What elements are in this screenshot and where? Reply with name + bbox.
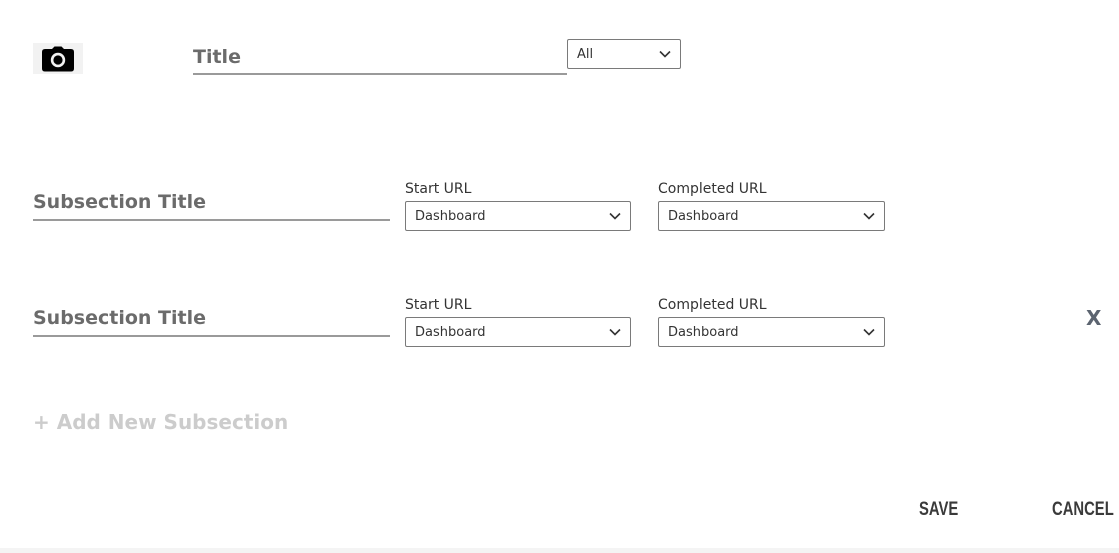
chevron-down-icon (659, 50, 671, 58)
chevron-down-icon (609, 328, 621, 336)
camera-icon (42, 46, 74, 71)
start-url-label: Start URL (405, 297, 472, 313)
completed-url-value: Dashboard (668, 324, 739, 340)
start-url-select[interactable]: Dashboard (405, 317, 631, 347)
completed-url-select[interactable]: Dashboard (658, 317, 885, 347)
start-url-value: Dashboard (415, 324, 486, 340)
save-button[interactable]: SAVE (919, 499, 958, 521)
title-input[interactable] (193, 40, 567, 75)
remove-subsection-button[interactable]: X (1086, 306, 1101, 330)
completed-url-label: Completed URL (658, 181, 767, 197)
subsection-title-input[interactable] (33, 185, 390, 221)
chevron-down-icon (863, 212, 875, 220)
subsection-editor: All Start URL Dashboard Completed URL Da… (0, 0, 1119, 553)
chevron-down-icon (609, 212, 621, 220)
start-url-label: Start URL (405, 181, 472, 197)
start-url-value: Dashboard (415, 208, 486, 224)
camera-button[interactable] (33, 43, 83, 74)
completed-url-value: Dashboard (668, 208, 739, 224)
completed-url-label: Completed URL (658, 297, 767, 313)
chevron-down-icon (863, 328, 875, 336)
bottom-divider (0, 548, 1119, 553)
subsection-title-input[interactable] (33, 301, 390, 337)
category-select-value: All (577, 46, 594, 62)
category-select[interactable]: All (567, 39, 681, 69)
completed-url-select[interactable]: Dashboard (658, 201, 885, 231)
start-url-select[interactable]: Dashboard (405, 201, 631, 231)
cancel-button[interactable]: CANCEL (1052, 499, 1114, 521)
add-subsection-button[interactable]: + Add New Subsection (33, 410, 288, 434)
